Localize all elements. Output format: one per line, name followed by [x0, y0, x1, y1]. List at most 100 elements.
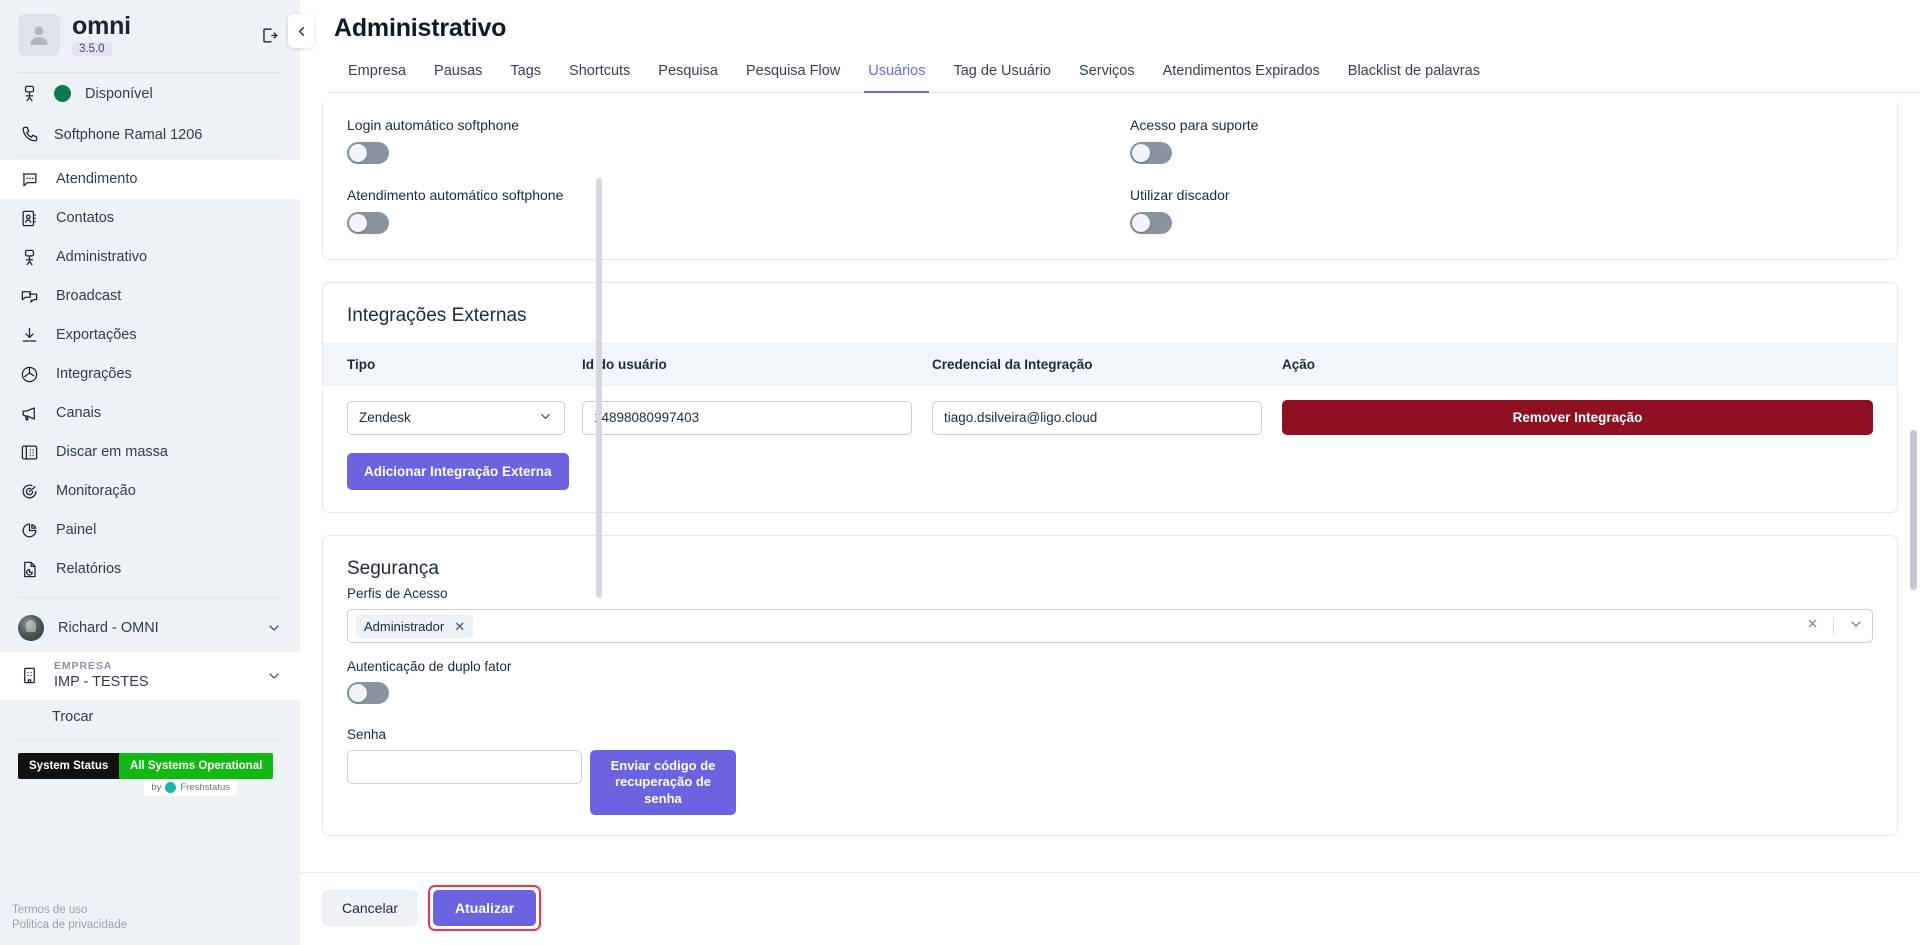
system-status-widget[interactable]: System Status All Systems Operational by…: [18, 753, 282, 797]
update-button-highlight: Atualizar: [428, 885, 542, 931]
sidebar-item-broadcast[interactable]: Broadcast: [0, 277, 300, 316]
sidebar-item-discar-em-massa[interactable]: Discar em massa: [0, 433, 300, 472]
company-name: IMP - TESTES: [54, 674, 149, 691]
sidebar-item-painel[interactable]: Painel: [0, 511, 300, 550]
scrollbar-thumb[interactable]: [1910, 430, 1917, 590]
integrations-icon: [18, 365, 40, 384]
toggle-acesso-para-suporte[interactable]: [1130, 142, 1172, 164]
freshstatus-icon: [165, 782, 177, 794]
privacy-link[interactable]: Politica de privacidade: [12, 919, 127, 931]
toggle-utilizar-discador[interactable]: [1130, 212, 1172, 234]
content-scroll-area[interactable]: Login automático softphone Acesso para s…: [300, 93, 1920, 872]
toggle-atendimento-automatico-softphone[interactable]: [347, 212, 389, 234]
chevron-down-icon[interactable]: [1848, 616, 1864, 637]
tab-pesquisa[interactable]: Pesquisa: [644, 59, 732, 92]
integration-type-select[interactable]: Zendesk: [347, 400, 565, 435]
deskphone-icon: [18, 443, 40, 462]
add-external-integration-button[interactable]: Adicionar Integração Externa: [347, 453, 569, 490]
integrations-table-header: Tipo Id do usuário Credencial da Integra…: [323, 343, 1897, 386]
status-label: Disponível: [85, 85, 153, 102]
security-card: Segurança Perfis de Acesso Administrador…: [322, 535, 1898, 836]
account-name: Richard - OMNI: [58, 620, 159, 636]
close-icon[interactable]: ✕: [454, 620, 465, 633]
sidebar-item-canais[interactable]: Canais: [0, 394, 300, 433]
column-header-acao: Ação: [1282, 357, 1316, 372]
field-login-automatico-softphone: Login automático softphone: [347, 117, 1090, 169]
page-scrollbar[interactable]: [1909, 0, 1917, 945]
sidebar-item-monitoracao[interactable]: Monitoração: [0, 472, 300, 511]
system-status-label: System Status: [18, 753, 120, 780]
tab-blacklist-de-palavras[interactable]: Blacklist de palavras: [1334, 59, 1494, 92]
version-badge: 3.5.0: [72, 42, 112, 56]
tab-tags[interactable]: Tags: [496, 59, 555, 92]
update-button[interactable]: Atualizar: [433, 890, 537, 926]
sidebar-item-relatorios[interactable]: Relatórios: [0, 550, 300, 589]
password-row: Enviar código de recuperação de senha: [347, 750, 1873, 815]
divider: [18, 155, 282, 156]
tab-atendimentos-expirados[interactable]: Atendimentos Expirados: [1149, 59, 1334, 92]
switch-company-button[interactable]: Trocar: [0, 700, 300, 734]
softphone-row[interactable]: Softphone Ramal 1206: [0, 114, 300, 155]
terms-link[interactable]: Termos de uso: [12, 904, 127, 916]
inner-scrollbar[interactable]: [596, 178, 602, 598]
tab-servicos[interactable]: Serviços: [1065, 59, 1149, 92]
cancel-button[interactable]: Cancelar: [322, 890, 419, 926]
send-password-recovery-button[interactable]: Enviar código de recuperação de senha: [590, 750, 736, 815]
brand-block: omni 3.5.0: [72, 14, 131, 56]
availability-status[interactable]: Disponível: [0, 73, 300, 114]
tab-pausas[interactable]: Pausas: [420, 59, 496, 92]
tab-tag-de-usuario[interactable]: Tag de Usuário: [939, 59, 1065, 92]
clear-icon[interactable]: [1806, 617, 1819, 635]
field-acesso-para-suporte: Acesso para suporte: [1130, 117, 1873, 169]
sidebar-item-integracoes[interactable]: Integrações: [0, 355, 300, 394]
download-icon: [18, 326, 40, 345]
sidebar-item-exportacoes[interactable]: Exportações: [0, 316, 300, 355]
megaphone-icon: [18, 404, 40, 423]
integration-user-id-input[interactable]: 14898080997403: [582, 400, 912, 435]
desk-icon: [18, 84, 40, 103]
sidebar-item-contatos[interactable]: Contatos: [0, 199, 300, 238]
external-integrations-card: Integrações Externas Tipo Id do usuário …: [322, 282, 1898, 513]
form-footer: Cancelar Atualizar: [300, 872, 1920, 945]
status-provider: by Freshstatus: [144, 779, 237, 797]
toggle-two-factor-auth[interactable]: [347, 682, 389, 704]
sidebar-item-administrativo[interactable]: Administrativo: [0, 238, 300, 277]
access-profiles-select[interactable]: Administrador ✕: [347, 609, 1873, 643]
logout-icon[interactable]: [254, 20, 284, 50]
chevron-left-icon[interactable]: [288, 14, 314, 48]
report-icon: [18, 560, 40, 579]
account-switcher[interactable]: Richard - OMNI: [0, 604, 300, 652]
remove-integration-button[interactable]: Remover Integração: [1282, 400, 1873, 435]
system-status-value: All Systems Operational: [119, 753, 273, 780]
chevron-down-icon: [538, 409, 553, 427]
broadcast-icon: [18, 287, 40, 306]
field-atendimento-automatico-softphone: Atendimento automático softphone: [347, 187, 1090, 239]
sidebar-item-label: Canais: [56, 404, 102, 421]
tab-shortcuts[interactable]: Shortcuts: [555, 59, 644, 92]
column-header-credencial: Credencial da Integração: [932, 357, 1093, 372]
integration-credential-input[interactable]: tiago.dsilveira@ligo.cloud: [932, 400, 1262, 435]
toggle-login-automatico-softphone[interactable]: [347, 142, 389, 164]
sidebar-item-label: Relatórios: [56, 560, 122, 577]
sidebar-item-atendimento[interactable]: Atendimento: [0, 160, 300, 199]
tab-bar: Empresa Pausas Tags Shortcuts Pesquisa P…: [328, 59, 1920, 93]
sidebar-item-label: Painel: [56, 521, 97, 538]
field-label: Acesso para suporte: [1130, 117, 1259, 133]
chevron-down-icon: [266, 620, 282, 636]
profile-chip: Administrador ✕: [356, 614, 474, 638]
sidebar-item-label: Contatos: [56, 209, 115, 226]
chevron-down-icon: [266, 668, 282, 684]
pie-chart-icon: [18, 521, 40, 540]
tab-empresa[interactable]: Empresa: [334, 59, 420, 92]
tab-pesquisa-flow[interactable]: Pesquisa Flow: [732, 59, 854, 92]
sidebar-item-label: Administrativo: [56, 248, 148, 265]
sidebar-account-block: Richard - OMNI EMPRESA IMP - TESTES Troc…: [0, 604, 300, 734]
page-title: Administrativo: [334, 14, 507, 42]
page-header: Administrativo Empresa Pausas Tags Short…: [288, 0, 1920, 93]
tab-usuarios[interactable]: Usuários: [854, 59, 939, 93]
company-switcher[interactable]: EMPRESA IMP - TESTES: [0, 652, 300, 701]
profiles-label: Perfis de Acesso: [347, 586, 448, 601]
sidebar-nav: Atendimento Contatos Administrativo Broa…: [0, 160, 300, 589]
field-label: Atendimento automático softphone: [347, 187, 564, 203]
password-input[interactable]: [347, 750, 582, 784]
